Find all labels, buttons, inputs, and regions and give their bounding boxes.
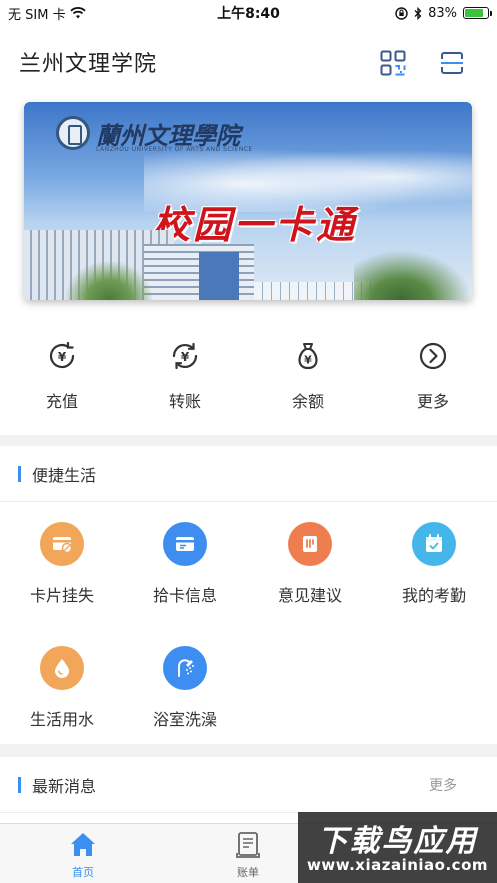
watermark-url: www.xiazainiao.com (306, 856, 489, 874)
yuan-transfer-icon: ¥ (172, 342, 198, 370)
news-more-link[interactable]: 更多 (429, 775, 457, 795)
water-drop-icon (40, 646, 84, 690)
shower-button[interactable]: 浴室洗澡 (125, 646, 245, 730)
banner-trees (354, 250, 472, 300)
water-button[interactable]: 生活用水 (2, 646, 122, 730)
page-title: 兰州文理学院 (19, 52, 158, 77)
school-logo-icon (56, 116, 90, 150)
banner-school-name-en: LANZHOU UNIVERSITY OF ARTS AND SCIENCE (96, 146, 253, 153)
battery-percent: 83% (428, 5, 457, 21)
transfer-button[interactable]: ¥ 转账 (135, 340, 235, 412)
svg-text:¥: ¥ (58, 350, 67, 364)
tab-bill-label: 账单 (237, 866, 259, 879)
watermark-title: 下载鸟应用 (317, 824, 478, 859)
scan-icon[interactable] (440, 51, 464, 75)
site-watermark: 下载鸟应用 www.xiazainiao.com (298, 812, 497, 883)
balance-label: 余额 (291, 392, 324, 411)
card-found-icon (163, 522, 207, 566)
section-accent-bar (18, 777, 21, 793)
more-button[interactable]: 更多 (383, 340, 483, 412)
banner-section: 蘭州文理學院 LANZHOU UNIVERSITY OF ARTS AND SC… (0, 98, 497, 320)
card-lost-label: 卡片挂失 (29, 586, 94, 605)
home-icon (71, 833, 95, 856)
quick-actions: ¥ 充值 ¥ 转账 ¥ 余额 更多 (0, 320, 497, 435)
attendance-label: 我的考勤 (401, 586, 466, 605)
svg-text:¥: ¥ (181, 350, 190, 364)
calendar-check-icon (412, 522, 456, 566)
section-header: 便捷生活 (0, 446, 497, 502)
svg-text:¥: ¥ (304, 354, 312, 367)
chevron-circle-icon (419, 342, 447, 370)
more-label: 更多 (416, 392, 449, 411)
card-found-button[interactable]: 拾卡信息 (125, 522, 245, 606)
tab-home-label: 首页 (72, 866, 94, 879)
feedback-icon (288, 522, 332, 566)
section-accent-bar (18, 466, 21, 482)
battery-icon (463, 7, 492, 19)
feedback-button[interactable]: 意见建议 (250, 522, 370, 606)
section-header: 最新消息 更多 (0, 757, 497, 813)
bill-icon (236, 832, 260, 858)
convenient-life-section: 便捷生活 卡片挂失 拾卡信息 意见建议 我的考勤 生活用水 浴室洗澡 (0, 446, 497, 744)
battery-fill (465, 9, 484, 17)
campus-card-banner[interactable]: 蘭州文理學院 LANZHOU UNIVERSITY OF ARTS AND SC… (24, 102, 472, 300)
section-title: 便捷生活 (32, 465, 97, 485)
bluetooth-icon (414, 6, 422, 20)
card-found-label: 拾卡信息 (152, 586, 217, 605)
yuan-recharge-icon: ¥ (49, 341, 75, 369)
recharge-label: 充值 (45, 392, 78, 411)
water-label: 生活用水 (29, 710, 94, 729)
tab-bill[interactable]: 账单 (208, 830, 288, 880)
balance-button[interactable]: ¥ 余额 (258, 340, 358, 412)
attendance-button[interactable]: 我的考勤 (374, 522, 494, 606)
section-title: 最新消息 (32, 776, 97, 796)
app-header: 兰州文理学院 (0, 26, 497, 98)
banner-trees (64, 260, 154, 300)
feedback-label: 意见建议 (277, 586, 342, 605)
qr-code-icon[interactable] (380, 50, 406, 76)
money-bag-icon: ¥ (298, 343, 318, 370)
orientation-lock-icon (395, 6, 408, 20)
card-lost-button[interactable]: 卡片挂失 (2, 522, 122, 606)
shower-label: 浴室洗澡 (152, 710, 217, 729)
recharge-button[interactable]: ¥ 充值 (12, 340, 112, 412)
shower-icon (163, 646, 207, 690)
status-right: 83% (395, 5, 492, 21)
card-lost-icon (40, 522, 84, 566)
tab-home[interactable]: 首页 (43, 830, 123, 880)
status-bar: 无 SIM 卡 上午8:40 83% (0, 0, 497, 26)
transfer-label: 转账 (168, 392, 201, 411)
banner-building (199, 252, 239, 300)
banner-headline: 校园一卡通 (152, 202, 358, 247)
